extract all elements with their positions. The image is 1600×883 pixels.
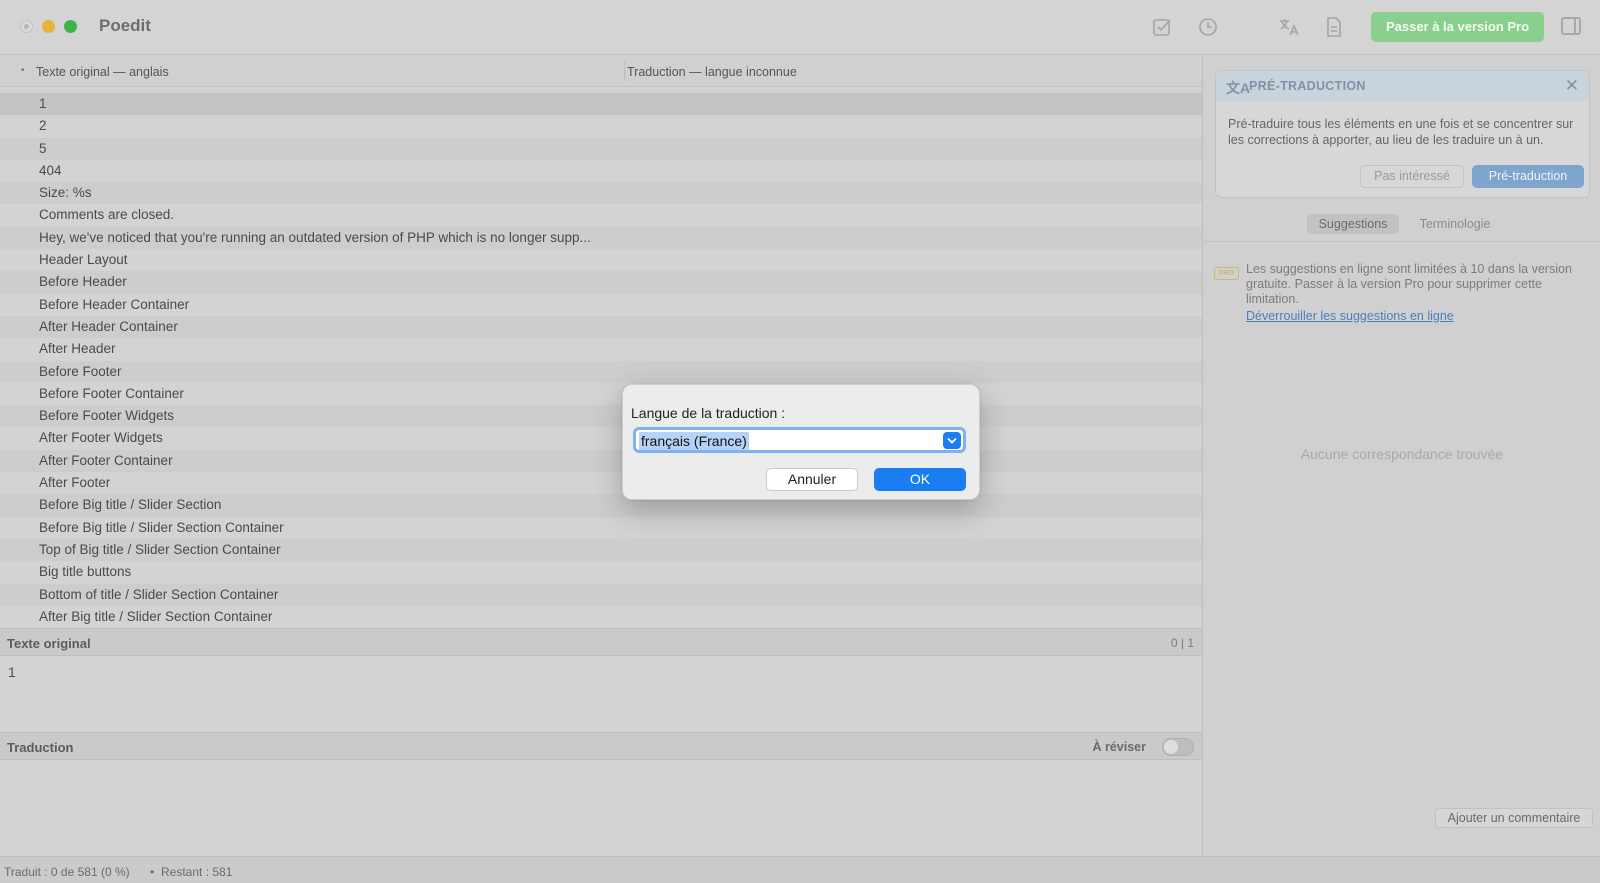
table-row[interactable]: 404 xyxy=(0,159,1202,183)
language-combobox[interactable]: français (France) xyxy=(633,427,966,453)
column-divider[interactable] xyxy=(624,61,625,81)
language-label: Langue de la traduction : xyxy=(631,405,786,421)
add-comment-button[interactable]: Ajouter un commentaire xyxy=(1435,808,1593,828)
list-header: • Texte original — anglais Traduction — … xyxy=(0,56,1202,87)
pretranslate-button[interactable]: Pré-traduction xyxy=(1472,165,1584,188)
cancel-button[interactable]: Annuler xyxy=(766,468,858,491)
title-bar: Poedit Passer à la version Pro xyxy=(0,0,1600,55)
unlock-suggestions-link[interactable]: Déverrouiller les suggestions en ligne xyxy=(1246,309,1454,323)
source-text-area[interactable] xyxy=(0,656,1202,732)
table-row[interactable]: Size: %s xyxy=(0,182,1202,205)
pretranslation-title: PRÉ-TRADUCTION xyxy=(1249,79,1366,93)
table-row[interactable]: Before Big title / Slider Section xyxy=(0,494,1202,517)
ok-button[interactable]: OK xyxy=(874,468,966,491)
translate-icon[interactable] xyxy=(1277,15,1301,39)
translation-header-label: Traduction xyxy=(7,740,74,755)
table-row[interactable]: Header Layout xyxy=(0,249,1202,272)
close-icon[interactable]: ✕ xyxy=(1565,76,1579,96)
column-translation[interactable]: Traduction — langue inconnue xyxy=(627,65,797,79)
translate-icon: 文A xyxy=(1226,80,1251,96)
sort-indicator-icon[interactable]: • xyxy=(21,65,25,76)
needs-review-toggle[interactable] xyxy=(1162,738,1194,756)
table-row[interactable]: Big title buttons xyxy=(0,561,1202,584)
column-original[interactable]: Texte original — anglais xyxy=(36,65,169,79)
sidebar-divider xyxy=(1203,241,1600,242)
table-row[interactable]: 1 xyxy=(0,93,1202,116)
status-bar: Traduit : 0 de 581 (0 %) • Restant : 581 xyxy=(0,856,1600,883)
table-row[interactable]: Hey, we've noticed that you're running a… xyxy=(0,226,1202,250)
sidebar: 文A PRÉ-TRADUCTION ✕ Pré-traduire tous le… xyxy=(1202,56,1600,856)
table-row[interactable]: Before Header Container xyxy=(0,293,1202,316)
language-dialog: Langue de la traduction : français (Fran… xyxy=(622,384,980,500)
app-title: Poedit xyxy=(99,16,151,35)
table-row[interactable]: After Footer Widgets xyxy=(0,427,1202,450)
translation-header: Traduction À réviser xyxy=(0,732,1202,760)
translation-text-area[interactable] xyxy=(0,760,1202,855)
source-text: 1 xyxy=(8,664,16,680)
table-row[interactable]: 2 xyxy=(0,115,1202,138)
history-clock-icon[interactable] xyxy=(1196,15,1220,39)
plural-counter: 0 | 1 xyxy=(1170,636,1194,650)
status-separator: • xyxy=(150,865,155,879)
tab-terminology[interactable]: Terminologie xyxy=(1410,214,1500,234)
table-row[interactable]: After Footer Container xyxy=(0,449,1202,473)
table-row[interactable]: Before Footer Widgets xyxy=(0,405,1202,428)
needs-review-label: À réviser xyxy=(1092,740,1146,754)
status-remaining: Restant : 581 xyxy=(161,865,233,879)
table-row[interactable]: After Footer xyxy=(0,472,1202,495)
validate-icon[interactable] xyxy=(1150,15,1174,39)
status-translated: Traduit : 0 de 581 (0 %) xyxy=(4,865,130,879)
pro-badge: PRO xyxy=(1214,267,1239,280)
table-row[interactable]: After Header xyxy=(0,338,1202,361)
pretranslation-description: Pré-traduire tous les éléments en une fo… xyxy=(1228,117,1574,147)
window-zoom-button[interactable] xyxy=(64,20,77,33)
table-row[interactable]: Before Footer xyxy=(0,360,1202,383)
table-row[interactable]: 5 xyxy=(0,137,1202,160)
table-row[interactable]: Before Header xyxy=(0,271,1202,294)
not-interested-button[interactable]: Pas intéressé xyxy=(1360,165,1464,188)
table-row[interactable]: Bottom of title / Slider Section Contain… xyxy=(0,583,1202,606)
pro-limit-text: Les suggestions en ligne sont limitées à… xyxy=(1246,262,1572,306)
document-icon[interactable] xyxy=(1322,15,1346,39)
window-minimize-button[interactable] xyxy=(42,20,55,33)
sidebar-toggle-icon[interactable] xyxy=(1561,17,1581,35)
upgrade-pro-button[interactable]: Passer à la version Pro xyxy=(1371,12,1544,42)
table-row[interactable]: Before Big title / Slider Section Contai… xyxy=(0,516,1202,539)
table-row[interactable]: After Header Container xyxy=(0,315,1202,339)
no-match-text: Aucune correspondance trouvée xyxy=(1300,446,1504,462)
pretranslation-card-header: 文A PRÉ-TRADUCTION ✕ xyxy=(1216,71,1589,101)
source-header: Texte original 0 | 1 xyxy=(0,628,1202,656)
table-row[interactable]: Top of Big title / Slider Section Contai… xyxy=(0,538,1202,562)
table-row[interactable]: Comments are closed. xyxy=(0,204,1202,227)
table-row[interactable]: Before Footer Container xyxy=(0,382,1202,406)
table-row[interactable]: After Big title / Slider Section Contain… xyxy=(0,605,1202,629)
chevron-down-icon[interactable] xyxy=(943,432,961,449)
window-close-button[interactable] xyxy=(20,20,33,33)
tab-suggestions[interactable]: Suggestions xyxy=(1307,214,1399,234)
language-value[interactable]: français (France) xyxy=(639,432,749,450)
string-list: 1 2 5 404 Size: %s Comments are closed. … xyxy=(0,93,1202,629)
source-header-label: Texte original xyxy=(7,636,91,651)
pretranslation-card: 文A PRÉ-TRADUCTION ✕ Pré-traduire tous le… xyxy=(1215,70,1590,198)
